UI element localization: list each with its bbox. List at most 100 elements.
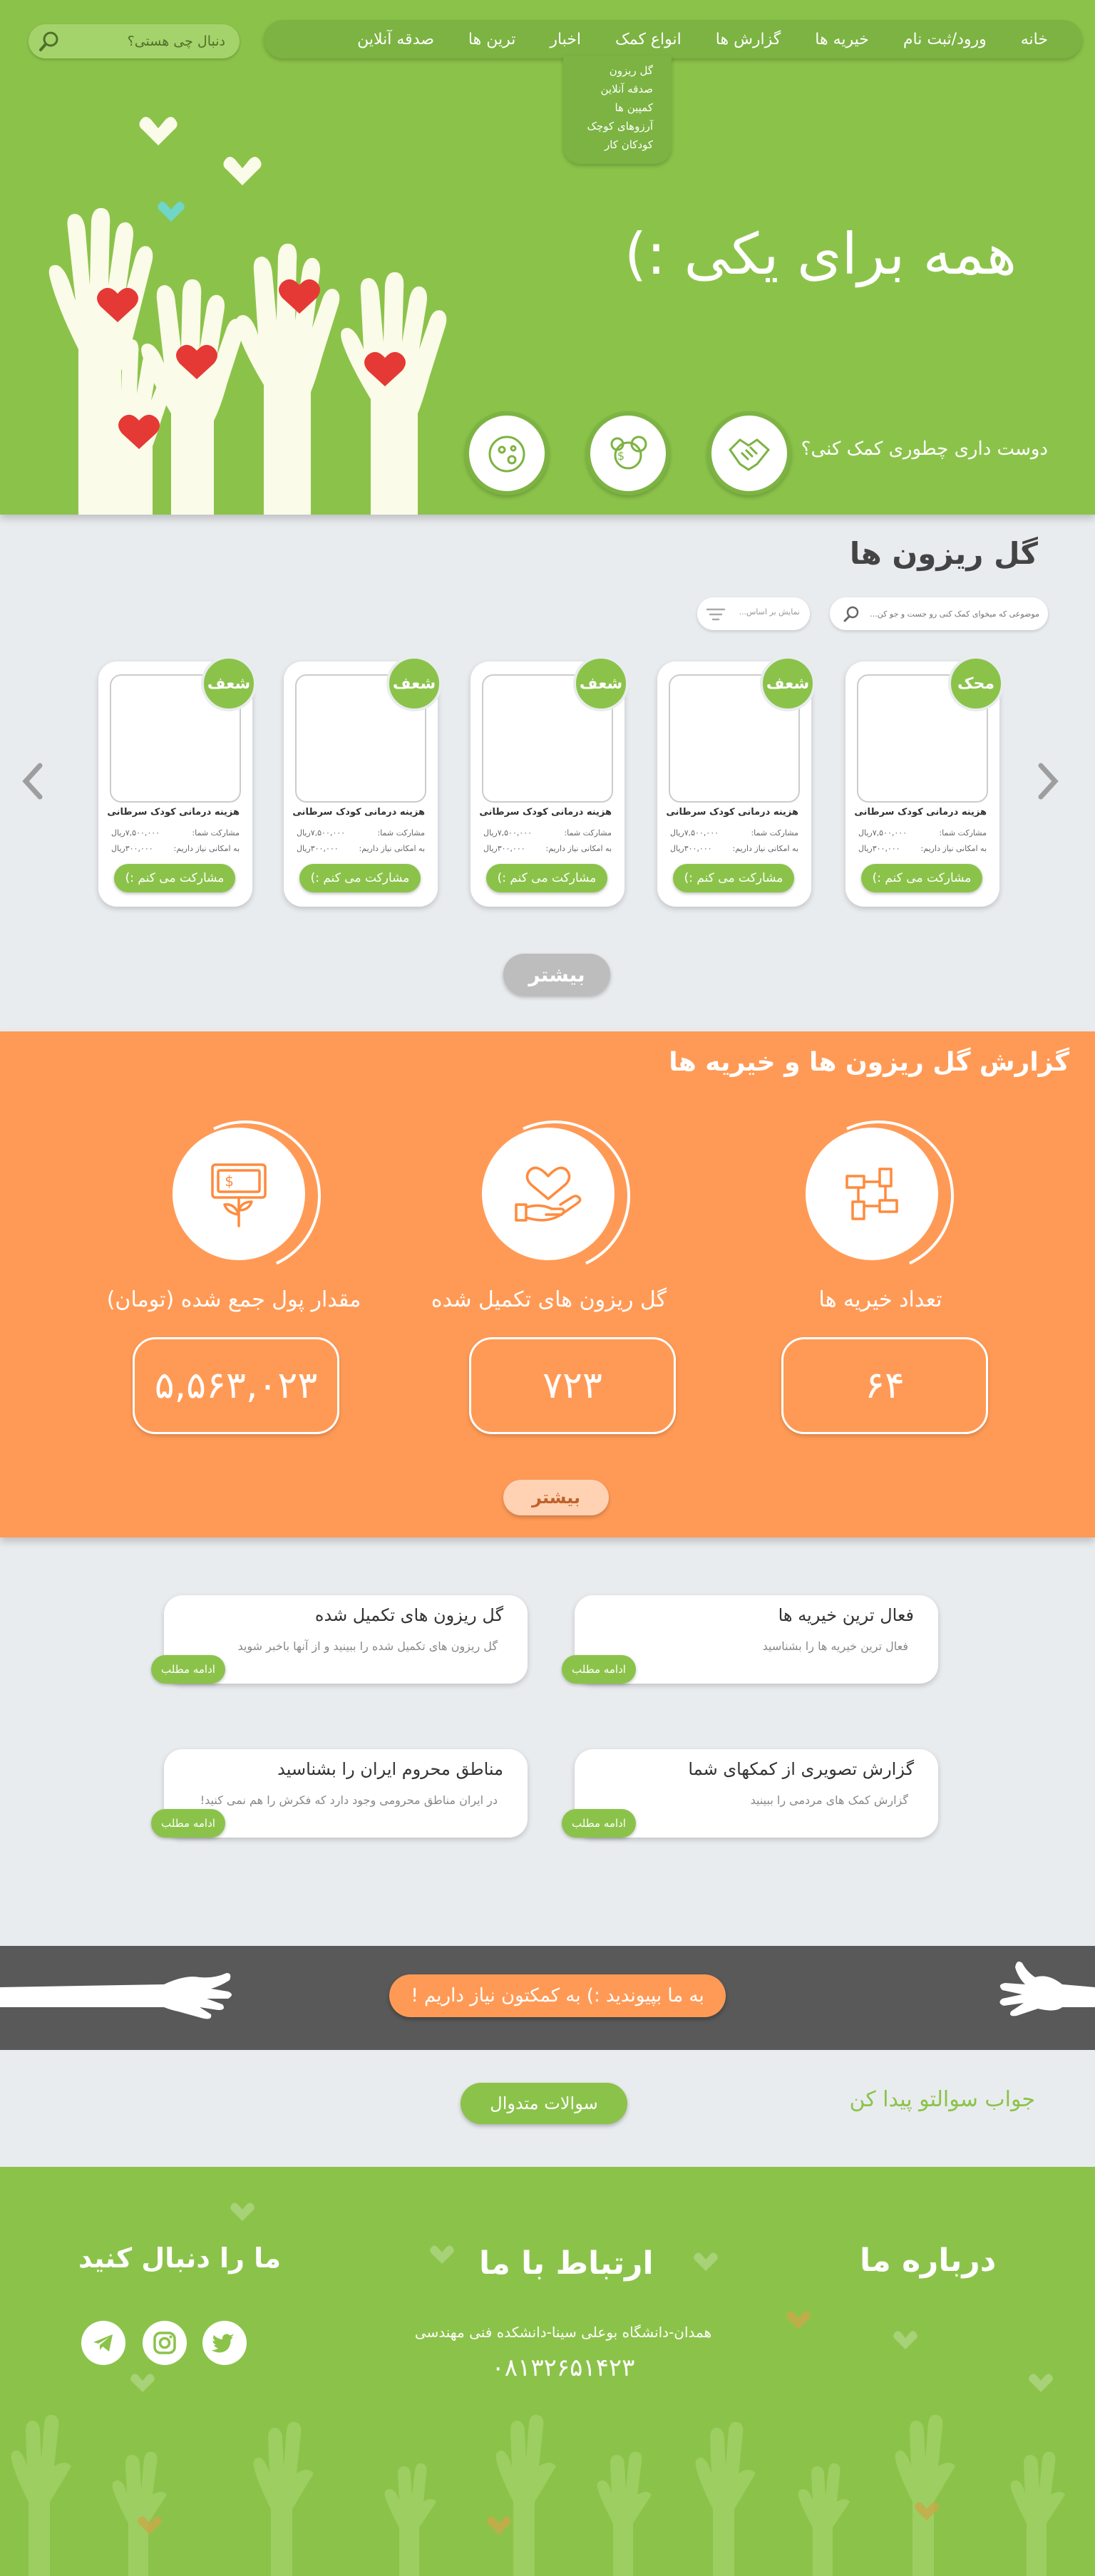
contribution-value: ۷,۵۰۰,۰۰۰ریال <box>483 828 533 838</box>
instagram-link[interactable] <box>143 2321 187 2365</box>
stat-value-charities: ۶۴ <box>781 1337 988 1434</box>
needed-value: ۳۰۰,۰۰۰ریال <box>297 844 339 853</box>
contribute-button[interactable]: مشارکت می کنم :) <box>114 864 235 892</box>
sort-filter-select[interactable]: نمایش بر اساس... <box>697 597 810 630</box>
dropdown-item-campaigns[interactable]: کمپین ها <box>563 98 672 117</box>
carousel-next-arrow[interactable] <box>1034 760 1062 803</box>
campaigns-title: گل ریزون ها <box>849 536 1038 571</box>
campaign-card[interactable]: شعف هزینه درمانی کودک سرطانی مشارکت شما: ۷,… <box>657 656 816 907</box>
search-bar[interactable] <box>29 24 240 58</box>
charity-badge: محک <box>948 656 1004 711</box>
dropdown-item-golrizoon[interactable]: گل ریزون <box>563 61 672 80</box>
charity-badge: شعف <box>760 656 816 711</box>
needed-label: به امکانی نیاز داریم: <box>920 844 987 853</box>
needed-row: به امکانی نیاز داریم: ۳۰۰,۰۰۰ریال <box>858 844 987 853</box>
search-input[interactable] <box>83 24 225 58</box>
read-more-button[interactable]: ادامه مطلب <box>151 1809 225 1838</box>
campaign-card[interactable]: شعف هزینه درمانی کودک سرطانی مشارکت شما: ۷,… <box>98 656 257 907</box>
stat-label-completed: گل ریزون های تکمیل شده <box>431 1287 667 1312</box>
dropdown-item-child-labor[interactable]: کودکان کار <box>563 135 672 154</box>
contribute-button[interactable]: مشارکت می کنم :) <box>299 864 421 892</box>
footer-about-title[interactable]: درباره ما <box>860 2242 996 2279</box>
needed-label: به امکانی نیاز داریم: <box>359 844 425 853</box>
contribution-row: مشارکت شما: ۷,۵۰۰,۰۰۰ریال <box>858 828 987 838</box>
charities-stat-graphic <box>781 1099 975 1293</box>
needed-value: ۳۰۰,۰۰۰ریال <box>111 844 153 853</box>
report-section <box>0 1031 1095 1537</box>
campaign-name: هزینه درمانی کودک سرطانی <box>854 807 987 818</box>
nav-reports[interactable]: گزارش ها <box>699 31 798 48</box>
needed-row: به امکانی نیاز داریم: ۳۰۰,۰۰۰ریال <box>483 844 612 853</box>
twitter-icon <box>212 2334 235 2353</box>
info-box-active-charities: فعال ترین خیریه ها فعال ترین خیریه ها را… <box>562 1595 938 1684</box>
nav-news[interactable]: اخبار <box>533 31 598 48</box>
telegram-link[interactable] <box>81 2321 125 2365</box>
join-us-button[interactable]: به ما بپیوندید :) به کمکتون نیاز داریم ! <box>389 1974 726 2017</box>
info-subtitle: فعال ترین خیریه ها را بشناسید <box>762 1639 908 1653</box>
reaching-hand-right-icon <box>999 1962 1095 2016</box>
contribute-button[interactable]: مشارکت می کنم :) <box>486 864 607 892</box>
main-navbar: خانه ورود/ثبت نام خیریه ها گزارش ها انوا… <box>264 20 1082 58</box>
contribution-value: ۷,۵۰۰,۰۰۰ریال <box>297 828 346 838</box>
faq-button[interactable]: سوالات متدوال <box>461 2083 627 2124</box>
info-subtitle: گل ریزون های تکمیل شده را ببینید و از آن… <box>237 1639 498 1653</box>
needed-value: ۳۰۰,۰۰۰ریال <box>858 844 900 853</box>
campaign-search-bar[interactable] <box>830 597 1048 630</box>
carousel-prev-arrow[interactable] <box>19 760 47 803</box>
campaign-name: هزینه درمانی کودک سرطانی <box>479 807 612 818</box>
contribution-label: مشارکت شما: <box>751 828 798 838</box>
chevron-left-icon <box>22 763 43 800</box>
needed-value: ۳۰۰,۰۰۰ریال <box>483 844 525 853</box>
money-help-button[interactable]: $ <box>586 411 670 495</box>
contribution-row: مشارکت شما: ۷,۵۰۰,۰۰۰ریال <box>670 828 798 838</box>
campaign-card[interactable]: شعف هزینه درمانی کودک سرطانی مشارکت شما: ۷,… <box>284 656 442 907</box>
report-more-button[interactable]: بیشتر <box>503 1480 609 1515</box>
dropdown-item-small-wishes[interactable]: آرزوهای کوچک <box>563 117 672 135</box>
handshake-help-button[interactable] <box>707 411 791 495</box>
nav-tops[interactable]: ترین ها <box>451 31 533 48</box>
campaign-name: هزینه درمانی کودک سرطانی <box>107 807 240 818</box>
contribute-button[interactable]: مشارکت می کنم :) <box>861 864 982 892</box>
charity-badge: شعف <box>386 656 442 711</box>
search-icon[interactable] <box>843 604 861 623</box>
campaign-search-input[interactable] <box>868 597 1039 630</box>
info-title: گل ریزون های تکمیل شده <box>314 1605 503 1625</box>
info-box-completed-campaigns: گل ریزون های تکمیل شده گل ریزون های تکمی… <box>151 1595 528 1684</box>
needed-label: به امکانی نیاز داریم: <box>545 844 612 853</box>
campaign-name: هزینه درمانی کودک سرطانی <box>292 807 425 818</box>
needed-label: به امکانی نیاز داریم: <box>173 844 240 853</box>
filter-icon <box>706 608 726 621</box>
help-types-dropdown: گل ریزون صدقه آنلاین کمپین ها آرزوهای کو… <box>563 56 672 164</box>
nav-help-types[interactable]: انواع کمک <box>598 31 699 48</box>
contribution-row: مشارکت شما: ۷,۵۰۰,۰۰۰ریال <box>297 828 425 838</box>
campaign-card[interactable]: شعف هزینه درمانی کودک سرطانی مشارکت شما: ۷,… <box>471 656 629 907</box>
contribute-button[interactable]: مشارکت می کنم :) <box>673 864 794 892</box>
nav-online-charity[interactable]: صدقه آنلاین <box>340 31 451 48</box>
plate-icon <box>488 436 525 473</box>
hero-question: دوست داری چطوری کمک کنی؟ <box>801 438 1048 460</box>
hero-title: همه برای یکی :) <box>624 221 1017 287</box>
nav-login-register[interactable]: ورود/ثبت نام <box>886 31 1004 48</box>
read-more-button[interactable]: ادامه مطلب <box>562 1655 636 1684</box>
contribution-value: ۷,۵۰۰,۰۰۰ریال <box>111 828 160 838</box>
read-more-button[interactable]: ادامه مطلب <box>562 1809 636 1838</box>
info-title: گزارش تصویری از کمکهای شما <box>688 1759 914 1779</box>
contribution-label: مشارکت شما: <box>192 828 240 838</box>
campaign-card[interactable]: محک هزینه درمانی کودک سرطانی مشارکت شما: ۷,… <box>845 656 1004 907</box>
twitter-link[interactable] <box>202 2321 247 2365</box>
needed-value: ۳۰۰,۰۰۰ریال <box>670 844 712 853</box>
stat-label-money: مقدار پول جمع شده (تومان) <box>106 1287 361 1312</box>
reaching-hand-left-icon <box>0 1973 232 2019</box>
read-more-button[interactable]: ادامه مطلب <box>151 1655 225 1684</box>
charity-badge: شعف <box>201 656 257 711</box>
info-title: فعال ترین خیریه ها <box>778 1605 914 1625</box>
food-help-button[interactable] <box>465 411 549 495</box>
dropdown-item-online-charity[interactable]: صدقه آنلاین <box>563 80 672 98</box>
campaigns-more-button[interactable]: بیشتر <box>503 954 610 995</box>
search-icon[interactable] <box>38 30 61 53</box>
nav-charities[interactable]: خیریه ها <box>798 31 886 48</box>
nav-home[interactable]: خانه <box>1004 31 1065 48</box>
footer-address: همدان-دانشگاه بوعلی سینا-دانشکده فنی مهن… <box>414 2324 712 2341</box>
raised-hands-illustration <box>48 117 447 515</box>
footer-follow-title: ما را دنبال کنید <box>78 2242 281 2274</box>
